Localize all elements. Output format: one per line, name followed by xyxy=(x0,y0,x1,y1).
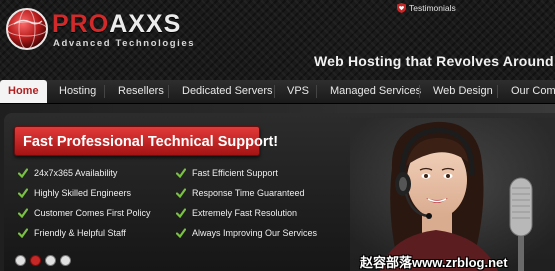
logo-tagline: Advanced Technologies xyxy=(53,38,196,49)
checkmark-icon xyxy=(18,208,28,218)
slider-dots xyxy=(15,255,71,266)
checkmark-icon xyxy=(18,228,28,238)
feature-item: Friendly & Helpful Staff xyxy=(18,228,126,238)
main-nav: Home Hosting Resellers Dedicated Servers… xyxy=(0,80,555,104)
checkmark-icon xyxy=(176,208,186,218)
checkmark-icon xyxy=(176,168,186,178)
feature-item: Fast Efficient Support xyxy=(176,168,278,178)
feature-item: Always Improving Our Services xyxy=(176,228,317,238)
watermark-text: 赵容部落www.zrblog.net xyxy=(360,255,508,270)
testimonials-link[interactable]: Testimonials xyxy=(397,3,456,13)
nav-item-vps[interactable]: VPS xyxy=(287,80,309,103)
checkmark-icon xyxy=(18,188,28,198)
header-tagline: Web Hosting that Revolves Around xyxy=(314,53,554,69)
feature-label: Always Improving Our Services xyxy=(192,228,318,238)
feature-label: Highly Skilled Engineers xyxy=(34,188,132,198)
logo-primary-text: PRO xyxy=(52,10,110,38)
feature-item: Highly Skilled Engineers xyxy=(18,188,131,198)
feature-item: Response Time Guaranteed xyxy=(176,188,305,198)
nav-separator xyxy=(104,85,105,98)
nav-item-resellers[interactable]: Resellers xyxy=(118,80,164,103)
checkmark-icon xyxy=(18,168,28,178)
slider-dot-active[interactable] xyxy=(30,255,41,266)
feature-item: Customer Comes First Policy xyxy=(18,208,151,218)
support-agent-photo xyxy=(350,118,555,271)
globe-icon xyxy=(6,8,48,50)
nav-item-home[interactable]: Home xyxy=(0,80,47,103)
shield-heart-icon xyxy=(397,3,406,13)
slider-dot[interactable] xyxy=(45,255,56,266)
feature-item: Extremely Fast Resolution xyxy=(176,208,297,218)
slider-dot[interactable] xyxy=(60,255,71,266)
nav-separator xyxy=(316,85,317,98)
feature-label: Fast Efficient Support xyxy=(192,168,278,178)
nav-item-dedicated-servers[interactable]: Dedicated Servers xyxy=(182,80,273,103)
banner-headline: Fast Professional Technical Support! xyxy=(14,126,278,156)
feature-label: Friendly & Helpful Staff xyxy=(34,228,126,238)
nav-item-web-design[interactable]: Web Design xyxy=(433,80,493,103)
logo[interactable]: PROAXXS Advanced Technologies xyxy=(4,6,214,52)
logo-secondary-text: AXXS xyxy=(109,10,182,38)
nav-separator xyxy=(168,85,169,98)
feature-item: 24x7x365 Availability xyxy=(18,168,117,178)
logo-name: PROAXXS xyxy=(52,10,181,39)
nav-item-hosting[interactable]: Hosting xyxy=(59,80,96,103)
feature-label: Response Time Guaranteed xyxy=(192,188,305,198)
nav-item-managed-services[interactable]: Managed Services xyxy=(330,80,421,103)
testimonials-label: Testimonials xyxy=(409,3,456,13)
nav-separator xyxy=(419,85,420,98)
checkmark-icon xyxy=(176,188,186,198)
page: PROAXXS Advanced Technologies Testimonia… xyxy=(0,0,555,271)
header: PROAXXS Advanced Technologies Testimonia… xyxy=(0,0,555,80)
nav-item-our-company[interactable]: Our Comp xyxy=(511,80,555,103)
feature-label: 24x7x365 Availability xyxy=(34,168,118,178)
feature-label: Extremely Fast Resolution xyxy=(192,208,298,218)
slider-dot[interactable] xyxy=(15,255,26,266)
checkmark-icon xyxy=(176,228,186,238)
nav-separator xyxy=(497,85,498,98)
feature-label: Customer Comes First Policy xyxy=(34,208,151,218)
nav-separator xyxy=(274,85,275,98)
